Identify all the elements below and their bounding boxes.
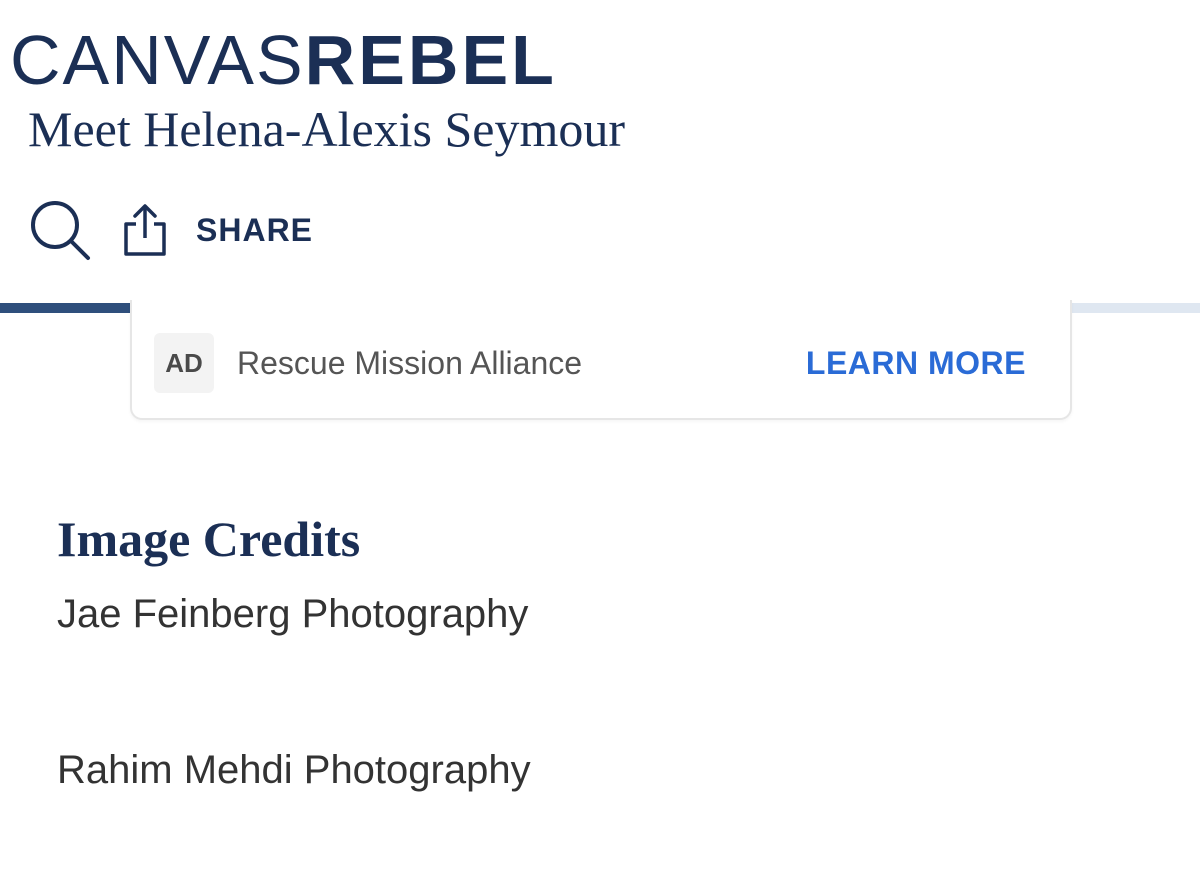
ad-banner[interactable]: AD Rescue Mission Alliance LEARN MORE [130, 300, 1072, 420]
logo-text-rebel: REBEL [304, 21, 557, 99]
share-button[interactable]: SHARE [122, 202, 313, 258]
credit-line: Jae Feinberg Photography [57, 592, 529, 636]
logo-text-canvas: CANVAS [10, 21, 305, 99]
article-toolbar: SHARE [28, 198, 313, 262]
credit-line: Rahim Mehdi Photography [57, 748, 531, 792]
image-credits-heading: Image Credits [57, 511, 361, 567]
search-button[interactable] [28, 198, 92, 262]
learn-more-link[interactable]: LEARN MORE [806, 344, 1026, 382]
search-icon [31, 201, 90, 260]
share-label: SHARE [196, 211, 314, 248]
ad-title[interactable]: Rescue Mission Alliance [237, 344, 582, 382]
ad-badge: AD [154, 333, 214, 393]
share-icon [124, 204, 166, 256]
site-logo[interactable]: CANVASREBEL [10, 22, 557, 98]
page-title: Meet Helena-Alexis Seymour [28, 101, 626, 157]
